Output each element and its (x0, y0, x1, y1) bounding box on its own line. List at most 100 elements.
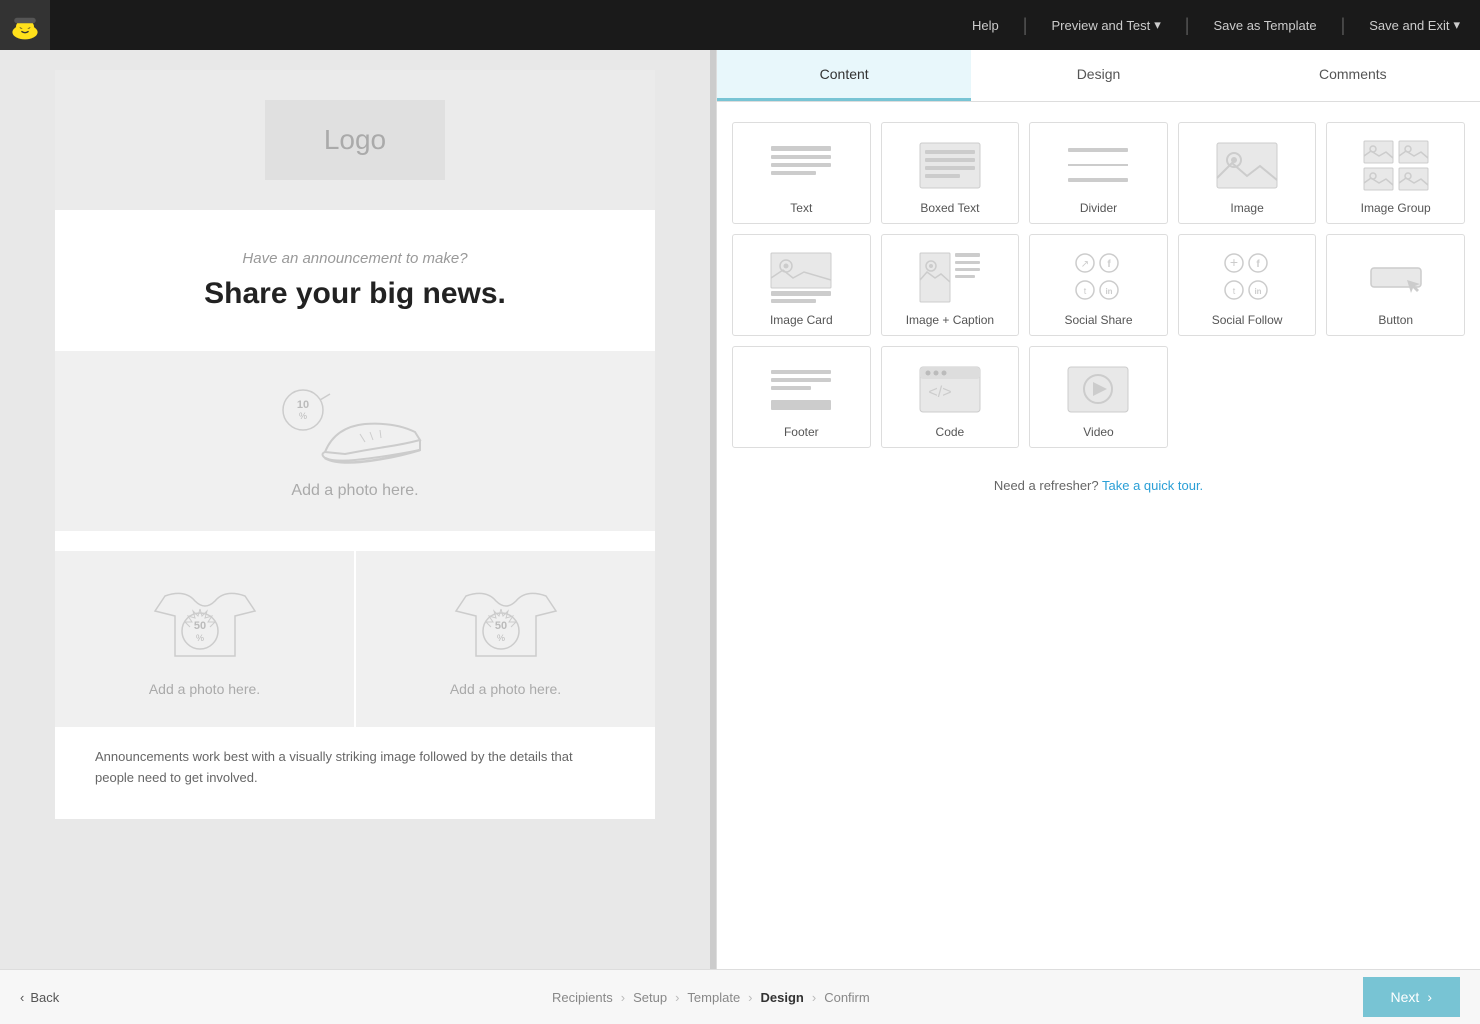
announcement-section[interactable]: Have an announcement to make? Share your… (55, 210, 655, 331)
video-block-icon (1058, 359, 1138, 419)
block-image-caption[interactable]: Image + Caption (881, 234, 1020, 336)
breadcrumb-confirm[interactable]: Confirm (824, 990, 870, 1005)
image-block-label: Image (1230, 201, 1263, 215)
video-block-label: Video (1083, 425, 1113, 439)
text-block-label: Text (790, 201, 812, 215)
block-text[interactable]: Text (732, 122, 871, 224)
boxed-text-block-label: Boxed Text (920, 201, 979, 215)
svg-text:↗: ↗ (1081, 259, 1089, 270)
social-follow-block-label: Social Follow (1212, 313, 1283, 327)
bottom-bar: ‹ Back Recipients › Setup › Template › D… (0, 969, 1480, 1024)
breadcrumb-setup[interactable]: Setup (633, 990, 667, 1005)
image-grid: 50 % Add a photo here. (55, 551, 655, 727)
svg-text:50: 50 (494, 620, 506, 632)
tab-content[interactable]: Content (717, 50, 971, 101)
nav-links: Help | Preview and Test ▾ | Save as Temp… (972, 15, 1460, 36)
nav-separator-1: | (1023, 15, 1028, 36)
full-image-placeholder[interactable]: 10 % Add a photo (55, 351, 655, 531)
email-canvas: Logo Have an announcement to make? Share… (55, 70, 655, 819)
block-divider[interactable]: Divider (1029, 122, 1168, 224)
shirt-icon-1: 50 % (145, 581, 265, 671)
nav-separator-2: | (1185, 15, 1190, 36)
blocks-grid: Text Boxed Text (717, 102, 1480, 468)
block-code[interactable]: </> Code (881, 346, 1020, 448)
divider-block-icon (1058, 135, 1138, 195)
body-text-section[interactable]: Announcements work best with a visually … (55, 727, 655, 819)
boxed-text-block-icon (910, 135, 990, 195)
divider-block-label: Divider (1080, 201, 1117, 215)
block-footer[interactable]: Footer (732, 346, 871, 448)
svg-text:+: + (1230, 254, 1238, 270)
svg-text:t: t (1084, 286, 1087, 296)
social-share-block-label: Social Share (1064, 313, 1132, 327)
social-follow-block-icon: + f t in (1207, 247, 1287, 307)
body-text: Announcements work best with a visually … (95, 747, 615, 789)
preview-test-button[interactable]: Preview and Test ▾ (1051, 17, 1160, 33)
footer-block-label: Footer (784, 425, 819, 439)
chevron-2: › (675, 990, 679, 1005)
breadcrumb-template[interactable]: Template (687, 990, 740, 1005)
block-social-follow[interactable]: + f t in Social Follow (1178, 234, 1317, 336)
button-block-icon (1356, 247, 1436, 307)
block-video[interactable]: Video (1029, 346, 1168, 448)
social-share-block-icon: ↗ f t in (1058, 247, 1138, 307)
email-preview-panel: Logo Have an announcement to make? Share… (0, 50, 710, 969)
code-block-icon: </> (910, 359, 990, 419)
nav-separator-3: | (1341, 15, 1346, 36)
breadcrumb-recipients[interactable]: Recipients (552, 990, 613, 1005)
image-grid-item-1[interactable]: 50 % Add a photo here. (55, 551, 354, 727)
refresher-section: Need a refresher? Take a quick tour. (717, 468, 1480, 503)
photo-placeholder-2: Add a photo here. (149, 681, 260, 697)
svg-text:in: in (1255, 287, 1262, 296)
quick-tour-link[interactable]: Take a quick tour. (1102, 478, 1203, 493)
help-link[interactable]: Help (972, 18, 999, 33)
code-block-label: Code (936, 425, 965, 439)
svg-text:%: % (496, 633, 504, 643)
chevron-3: › (748, 990, 752, 1005)
svg-text:50: 50 (193, 620, 205, 632)
refresher-static: Need a refresher? (994, 478, 1099, 493)
footer-block-icon (761, 359, 841, 419)
content-tabs: Content Design Comments (717, 50, 1480, 102)
image-caption-block-label: Image + Caption (906, 313, 994, 327)
text-block-icon (761, 135, 841, 195)
svg-text:f: f (1256, 259, 1260, 270)
block-social-share[interactable]: ↗ f t in Social Share (1029, 234, 1168, 336)
shoe-icon: 10 % (265, 382, 445, 482)
image-group-block-label: Image Group (1361, 201, 1431, 215)
tab-comments[interactable]: Comments (1226, 50, 1480, 101)
chevron-1: › (621, 990, 625, 1005)
tab-design[interactable]: Design (971, 50, 1225, 101)
svg-text:in: in (1106, 287, 1113, 296)
right-panel: Content Design Comments Text (716, 50, 1480, 969)
back-button[interactable]: ‹ Back (20, 990, 59, 1005)
svg-text:10: 10 (297, 399, 309, 411)
mailchimp-logo[interactable] (0, 0, 50, 50)
image-card-block-label: Image Card (770, 313, 833, 327)
photo-placeholder-3: Add a photo here. (450, 681, 561, 697)
block-boxed-text[interactable]: Boxed Text (881, 122, 1020, 224)
image-grid-item-2[interactable]: 50 % Add a photo here. (356, 551, 655, 727)
block-button[interactable]: Button (1326, 234, 1465, 336)
main-area: Logo Have an announcement to make? Share… (0, 50, 1480, 969)
top-navigation: Help | Preview and Test ▾ | Save as Temp… (0, 0, 1480, 50)
svg-text:%: % (195, 633, 203, 643)
next-button[interactable]: Next › (1363, 977, 1460, 1017)
block-image-group[interactable]: Image Group (1326, 122, 1465, 224)
svg-text:</>: </> (928, 384, 951, 401)
svg-text:f: f (1108, 259, 1112, 270)
chevron-4: › (812, 990, 816, 1005)
image-card-block-icon (761, 247, 841, 307)
logo-section[interactable]: Logo (55, 70, 655, 210)
breadcrumb: Recipients › Setup › Template › Design ›… (552, 990, 870, 1005)
back-chevron: ‹ (20, 990, 24, 1005)
button-block-label: Button (1378, 313, 1413, 327)
svg-text:t: t (1233, 286, 1236, 296)
photo-placeholder-1: Add a photo here. (291, 482, 418, 500)
shirt-icon-2: 50 % (446, 581, 566, 671)
breadcrumb-design: Design (761, 990, 804, 1005)
block-image[interactable]: Image (1178, 122, 1317, 224)
save-template-button[interactable]: Save as Template (1213, 18, 1316, 33)
save-exit-button[interactable]: Save and Exit ▾ (1369, 17, 1460, 33)
block-image-card[interactable]: Image Card (732, 234, 871, 336)
